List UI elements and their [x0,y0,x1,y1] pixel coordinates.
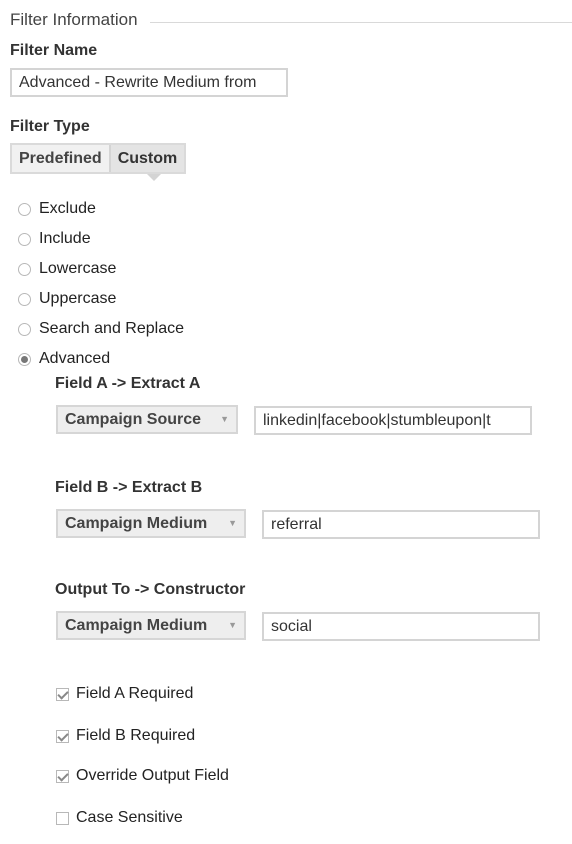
field-b-label: Field B -> Extract B [55,479,203,496]
radio-advanced[interactable]: Advanced [18,348,110,370]
radio-label: Uppercase [39,290,117,307]
checkbox-label: Field B Required [76,727,196,744]
checkbox-case-sensitive[interactable]: Case Sensitive [56,807,183,829]
radio-label: Include [39,230,91,247]
radio-label: Exclude [39,200,96,217]
checkbox-checked-icon[interactable] [56,769,69,783]
radio-button-icon[interactable] [18,202,31,216]
chevron-down-icon: ▼ [228,518,237,528]
active-tab-caret-icon [147,174,161,181]
radio-label: Lowercase [39,260,117,277]
tab-predefined[interactable]: Predefined [12,145,109,172]
checkbox-field-b-required[interactable]: Field B Required [56,725,195,747]
legend-divider [149,21,572,23]
checkbox-override-output-field[interactable]: Override Output Field [56,765,229,787]
constructor-input[interactable]: social [262,612,540,641]
extract-a-input[interactable]: linkedin|facebook|stumbleupon|t [254,406,532,435]
radio-button-icon[interactable] [18,232,31,246]
filter-information-legend: Filter Information [10,8,572,32]
field-b-dropdown-value: Campaign Medium [65,515,208,532]
radio-button-icon[interactable] [18,322,31,336]
checkbox-label: Field A Required [76,685,194,702]
output-to-dropdown-value: Campaign Medium [65,617,208,634]
output-to-label: Output To -> Constructor [55,581,246,598]
chevron-down-icon: ▼ [228,620,237,630]
radio-button-selected-icon[interactable] [18,352,31,366]
checkbox-checked-icon[interactable] [56,687,69,701]
filter-name-label: Filter Name [10,42,98,59]
filter-type-label: Filter Type [10,118,90,135]
radio-label: Advanced [39,350,111,367]
radio-label: Search and Replace [39,320,184,337]
tab-custom[interactable]: Custom [108,145,185,172]
radio-uppercase[interactable]: Uppercase [18,288,116,310]
filter-type-toggle: Predefined Custom [10,143,187,174]
field-b-dropdown[interactable]: Campaign Medium ▼ [56,509,246,538]
checkbox-field-a-required[interactable]: Field A Required [56,683,193,705]
field-a-dropdown-value: Campaign Source [65,411,202,428]
radio-search-and-replace[interactable]: Search and Replace [18,318,184,340]
radio-button-icon[interactable] [18,292,31,306]
checkbox-checked-icon[interactable] [56,729,69,743]
radio-lowercase[interactable]: Lowercase [18,258,116,280]
field-a-dropdown[interactable]: Campaign Source ▼ [56,405,238,434]
extract-b-input[interactable]: referral [262,510,540,539]
section-title: Filter Information [10,10,138,29]
output-to-dropdown[interactable]: Campaign Medium ▼ [56,611,246,640]
radio-exclude[interactable]: Exclude [18,198,96,220]
radio-button-icon[interactable] [18,262,31,276]
filter-name-input[interactable]: Advanced - Rewrite Medium from [10,68,288,97]
checkbox-label: Case Sensitive [76,809,183,826]
field-a-label: Field A -> Extract A [55,375,201,392]
chevron-down-icon: ▼ [220,414,229,424]
radio-include[interactable]: Include [18,228,91,250]
checkbox-label: Override Output Field [76,767,229,784]
checkbox-unchecked-icon[interactable] [56,811,69,825]
